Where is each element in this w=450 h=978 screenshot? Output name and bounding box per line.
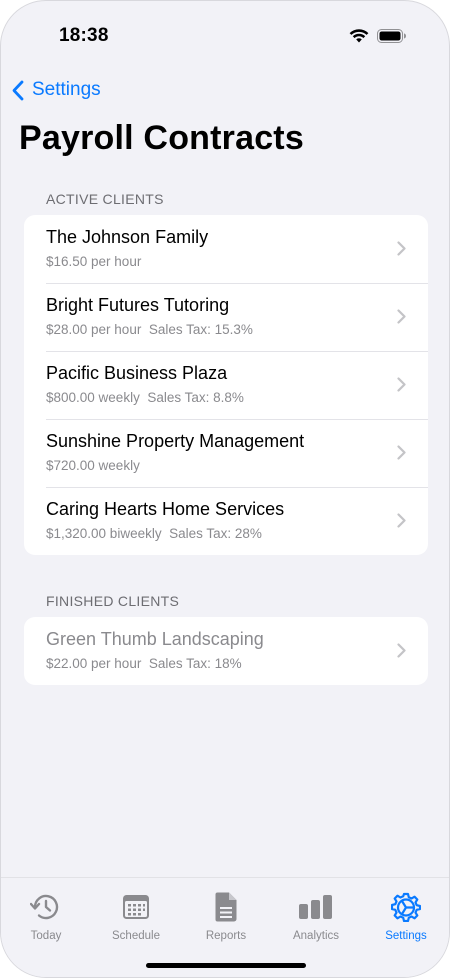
page-title: Payroll Contracts <box>19 119 304 157</box>
client-details: $1,320.00 biweekly Sales Tax: 28% <box>46 526 262 541</box>
status-time: 18:38 <box>59 25 109 46</box>
home-indicator[interactable] <box>146 963 306 968</box>
client-name: Bright Futures Tutoring <box>46 295 230 315</box>
tab-label: Analytics <box>292 930 340 942</box>
gear-icon <box>391 892 421 922</box>
tab-label: Settings <box>385 930 427 942</box>
client-row[interactable]: The Johnson Family $16.50 per hour <box>24 215 428 283</box>
chevron-right-icon <box>397 643 406 658</box>
client-row[interactable]: Green Thumb Landscaping $22.00 per hour … <box>24 617 428 685</box>
section-header-active: ACTIVE CLIENTS <box>46 191 164 207</box>
client-rate: $800.00 weekly <box>46 390 140 405</box>
chevron-left-icon <box>12 80 24 100</box>
client-row[interactable]: Pacific Business Plaza $800.00 weekly Sa… <box>24 351 428 419</box>
client-rate: $720.00 weekly <box>46 458 140 473</box>
tab-label: Today <box>30 930 62 942</box>
chevron-right-icon <box>397 513 406 528</box>
back-button-label: Settings <box>32 79 101 100</box>
battery-icon <box>377 28 407 48</box>
client-sales-tax: Sales Tax: 28% <box>169 526 262 541</box>
chevron-right-icon <box>397 377 406 392</box>
client-details: $22.00 per hour Sales Tax: 18% <box>46 656 242 671</box>
client-rate: $22.00 per hour <box>46 656 142 671</box>
tab-bar: Today Schedule Reports Analytics Setting… <box>1 877 449 977</box>
client-name: Caring Hearts Home Services <box>46 499 285 519</box>
active-clients-list: The Johnson Family $16.50 per hour Brigh… <box>24 215 428 555</box>
client-sales-tax: Sales Tax: 18% <box>148 656 242 671</box>
client-details: $16.50 per hour <box>46 254 141 269</box>
client-row[interactable]: Caring Hearts Home Services $1,320.00 bi… <box>24 487 428 555</box>
client-rate: $1,320.00 biweekly <box>46 526 162 541</box>
finished-clients-list: Green Thumb Landscaping $22.00 per hour … <box>24 617 428 685</box>
clock-history-icon <box>30 894 59 920</box>
client-name: Sunshine Property Management <box>46 431 305 451</box>
client-row[interactable]: Bright Futures Tutoring $28.00 per hour … <box>24 283 428 351</box>
client-details: $28.00 per hour Sales Tax: 15.3% <box>46 322 253 337</box>
status-icons <box>349 28 407 48</box>
calendar-icon <box>123 895 149 919</box>
client-details: $800.00 weekly Sales Tax: 8.8% <box>46 390 244 405</box>
status-bar: 18:38 <box>1 1 449 71</box>
chevron-right-icon <box>397 309 406 324</box>
tab-analytics[interactable]: Analytics <box>271 890 361 942</box>
client-name: The Johnson Family <box>46 227 209 247</box>
phone-screen: 18:38 Settings Payroll Contracts ACTIVE … <box>0 0 450 978</box>
client-sales-tax: Sales Tax: 8.8% <box>147 390 244 405</box>
tab-reports[interactable]: Reports <box>181 890 271 942</box>
chevron-right-icon <box>397 241 406 256</box>
tab-schedule[interactable]: Schedule <box>91 890 181 942</box>
client-sales-tax: Sales Tax: 15.3% <box>148 322 253 337</box>
client-rate: $16.50 per hour <box>46 254 142 269</box>
tab-label: Schedule <box>112 930 160 942</box>
client-rate: $28.00 per hour <box>46 322 142 337</box>
document-icon <box>215 892 237 922</box>
client-name: Pacific Business Plaza <box>46 363 228 383</box>
wifi-icon <box>349 28 369 48</box>
bar-chart-icon <box>299 895 332 919</box>
tab-today[interactable]: Today <box>1 890 91 942</box>
back-button[interactable]: Settings <box>11 75 101 105</box>
client-details: $720.00 weekly <box>46 458 140 473</box>
section-header-finished: FINISHED CLIENTS <box>46 593 180 609</box>
client-row[interactable]: Sunshine Property Management $720.00 wee… <box>24 419 428 487</box>
client-name: Green Thumb Landscaping <box>46 629 264 649</box>
chevron-right-icon <box>397 445 406 460</box>
tab-label: Reports <box>205 930 247 942</box>
tab-settings[interactable]: Settings <box>361 890 449 942</box>
